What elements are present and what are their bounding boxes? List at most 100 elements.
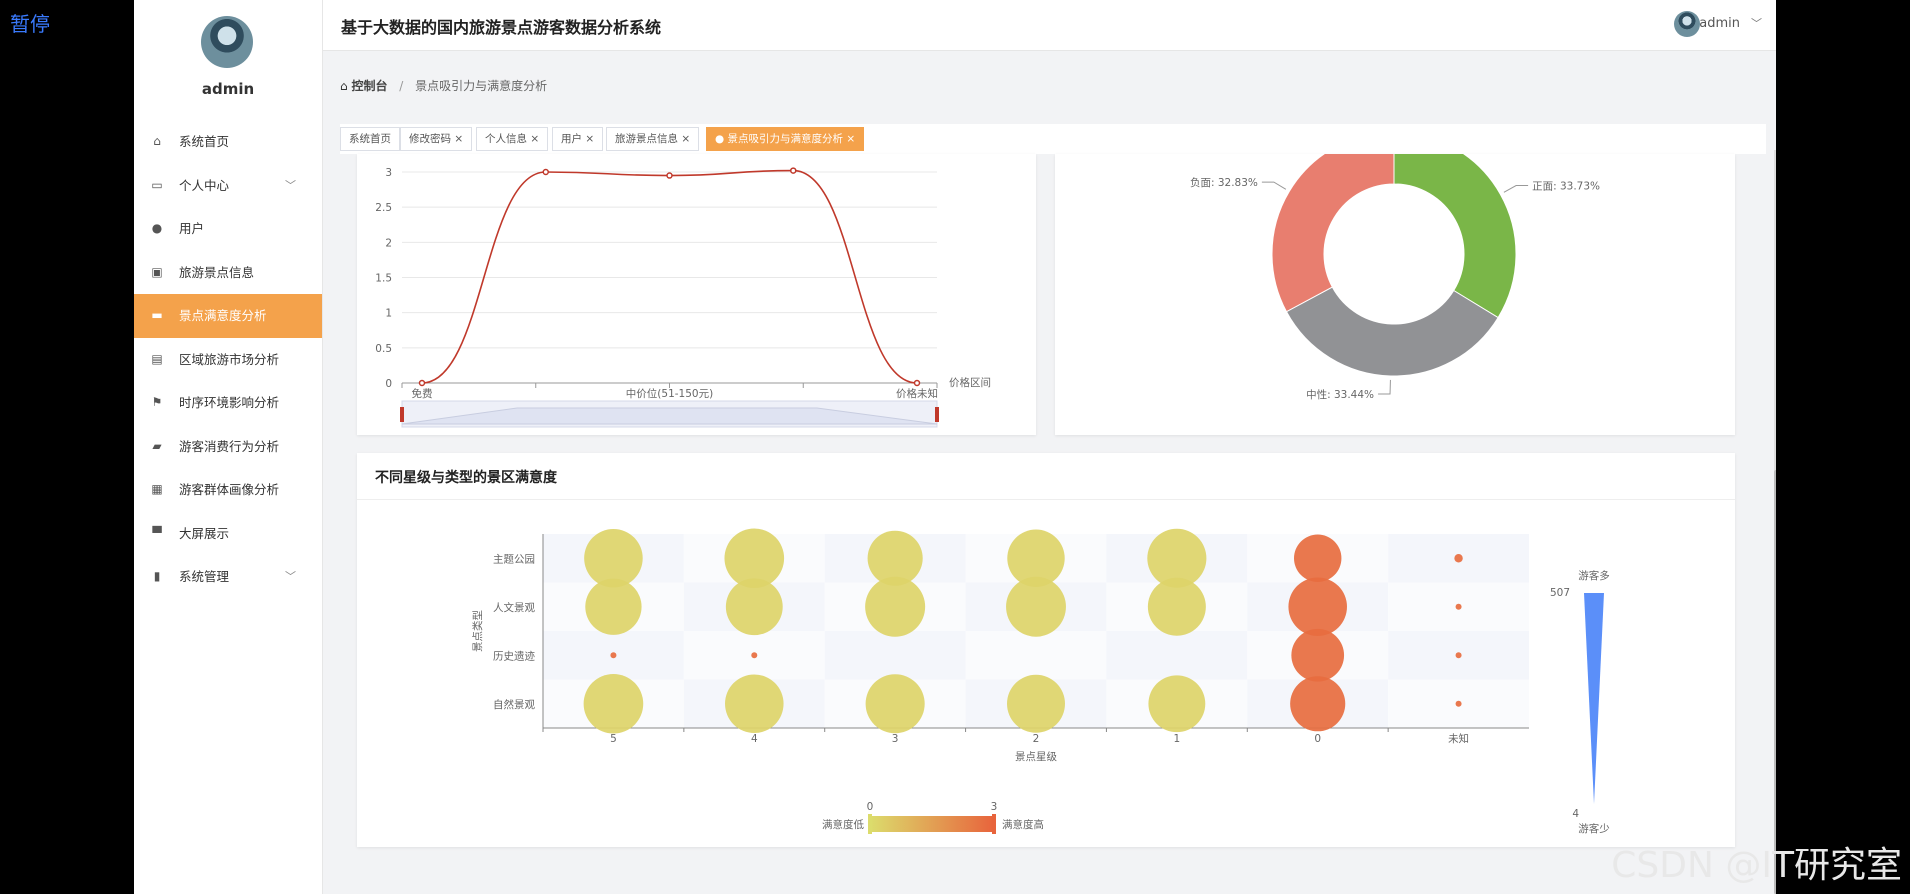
bubble xyxy=(865,674,925,734)
sidebar-item-temporal-environment[interactable]: ⚑ 时序环境影响分析 xyxy=(134,381,322,425)
datazoom-handle-left xyxy=(400,407,404,422)
tab-label: 个人信息 xyxy=(485,133,527,145)
avatar xyxy=(201,16,253,68)
x-tick-label: 中价位(51-150元) xyxy=(626,387,713,400)
donut-slice-中性 xyxy=(1285,286,1499,377)
sidebar-item-attraction-info[interactable]: ▣ 旅游景点信息 xyxy=(134,251,322,295)
satisfaction-bubble-chart: 5 4 3 2 1 0 未知 主题公园人文景观历史遗迹自然景观景点星级 景点类型 游客多 507 4 游… xyxy=(471,528,1610,835)
sidebar-item-label: 时序环境影响分析 xyxy=(179,395,280,410)
sidebar-item-label: 用户 xyxy=(179,221,205,236)
sidebar: admin ⌂ 系统首页 ▭ 个人中心 ﹀ ● 用户 ▣ 旅游景点信息 ▬ 景点满意度分析 … xyxy=(134,0,323,894)
bubble xyxy=(865,576,926,637)
close-icon[interactable]: × xyxy=(530,133,539,145)
sidebar-menu: ⌂ 系统首页 ▭ 个人中心 ﹀ ● 用户 ▣ 旅游景点信息 ▬ 景点满意度分析 ▤ 区域旅游市… xyxy=(134,120,322,599)
bubble xyxy=(1006,576,1066,637)
flag-icon: ⚑ xyxy=(151,395,163,409)
sidebar-item-label: 景点满意度分析 xyxy=(179,308,267,323)
ticket-icon: ▰ xyxy=(152,438,162,453)
sidebar-item-regional-market[interactable]: ▤ 区域旅游市场分析 xyxy=(134,338,322,382)
color-legend-max-value: 3 xyxy=(991,801,998,813)
breadcrumb-separator: / xyxy=(399,79,404,93)
sidebar-item-label: 游客群体画像分析 xyxy=(179,482,280,497)
close-icon[interactable]: × xyxy=(681,133,690,145)
y-tick-label: 0.5 xyxy=(375,343,392,355)
sidebar-item-home[interactable]: ⌂ 系统首页 xyxy=(134,120,322,164)
slice-label-line xyxy=(1261,181,1287,190)
bar-chart-icon: ▮ xyxy=(153,569,161,583)
datazoom-handle-right xyxy=(935,407,939,422)
x-tick-label: 0 xyxy=(1314,733,1321,745)
sentiment-chart-card: 正面: 33.73% 中性: 33.44% 负面: 32.83% xyxy=(1055,131,1735,435)
tab-label: 旅游景点信息 xyxy=(615,133,678,145)
sidebar-item-label: 旅游景点信息 xyxy=(179,264,255,280)
bubble xyxy=(1148,675,1206,733)
chevron-down-icon: ﹀ xyxy=(285,178,296,192)
page-scrollbar-thumb[interactable] xyxy=(1774,470,1776,894)
series-line xyxy=(421,169,918,384)
watermark: CSDN @IT研究室 xyxy=(1611,845,1902,886)
tab-change-password[interactable]: 修改密码 × xyxy=(400,127,473,151)
x-tick-label: 未知 xyxy=(1448,732,1469,745)
close-icon[interactable]: × xyxy=(846,133,855,145)
y-tick-label: 自然景观 xyxy=(493,698,535,711)
sidebar-item-personal-center[interactable]: ▭ 个人中心 ﹀ xyxy=(134,164,322,208)
color-legend-bar xyxy=(870,816,994,832)
user-menu-name[interactable]: admin xyxy=(1699,16,1740,31)
data-point xyxy=(418,379,426,387)
sidebar-item-consumer-behavior[interactable]: ▰ 游客消费行为分析 xyxy=(134,425,322,469)
tab-attraction-info[interactable]: 旅游景点信息 × xyxy=(606,127,700,151)
sidebar-item-satisfaction-analysis[interactable]: ▬ 景点满意度分析 xyxy=(134,294,322,338)
chevron-down-icon: ﹀ xyxy=(285,570,296,583)
clipboard-icon: ▣ xyxy=(151,264,163,279)
bubble xyxy=(1294,534,1342,582)
sentiment-donut-chart: 正面: 33.73% 中性: 33.44% 负面: 32.83% xyxy=(1190,131,1600,401)
y-axis-label: 景点类型 xyxy=(471,610,484,652)
monitor-icon: ▀ xyxy=(152,525,162,540)
y-tick-label: 1 xyxy=(385,308,392,320)
close-icon[interactable]: × xyxy=(454,133,463,145)
y-tick-label: 1.5 xyxy=(375,273,392,285)
bubble xyxy=(1007,674,1065,733)
breadcrumb-home[interactable]: 控制台 xyxy=(351,79,387,93)
color-legend-handle-high xyxy=(992,814,996,834)
sidebar-username: admin xyxy=(201,80,255,98)
pause-label: 暂停 xyxy=(10,12,50,36)
slice-label: 中性: 33.44% xyxy=(1306,388,1374,401)
close-icon[interactable]: × xyxy=(585,133,594,145)
slice-label-line xyxy=(1503,185,1529,193)
y-tick-label: 0 xyxy=(385,378,392,390)
sidebar-item-system-management[interactable]: ▮ 系统管理 ﹀ xyxy=(134,555,322,599)
color-legend-high-label: 满意度高 xyxy=(1002,818,1044,831)
bubble xyxy=(725,578,783,636)
avatar[interactable] xyxy=(1674,11,1700,37)
chevron-down-icon[interactable]: ﹀ xyxy=(1751,15,1762,31)
grid-cell xyxy=(824,631,966,680)
page-title: 基于大数据的国内旅游景点游客数据分析系统 xyxy=(341,18,662,37)
id-card-icon: ▭ xyxy=(151,177,163,192)
data-point xyxy=(913,379,921,387)
sidebar-item-users[interactable]: ● 用户 xyxy=(134,207,322,251)
tab-attraction-satisfaction[interactable]: ● 景点吸引力与满意度分析 × xyxy=(706,127,865,151)
tab-users[interactable]: 用户 × xyxy=(552,127,604,151)
sidebar-item-label: 个人中心 xyxy=(179,177,230,193)
slice-label: 负面: 32.83% xyxy=(1190,176,1258,189)
sidebar-item-visitor-profile[interactable]: ▦ 游客群体画像分析 xyxy=(134,468,322,512)
app-window: admin ⌂ 系统首页 ▭ 个人中心 ﹀ ● 用户 ▣ 旅游景点信息 ▬ 景点满意度分析 … xyxy=(134,0,1776,894)
tab-personal-info[interactable]: 个人信息 × xyxy=(476,127,549,151)
price-range-chart-card: 0 0.5 1 1.5 2 2.5 3 免费 中价位(51-150元) 价格未知 价格区间 xyxy=(357,154,1036,435)
grid-cell xyxy=(965,631,1107,680)
y-tick-label: 历史遗迹 xyxy=(493,649,535,662)
sidebar-item-label: 系统管理 xyxy=(179,569,230,584)
bubble xyxy=(1147,577,1206,636)
tab-label: 景点吸引力与满意度分析 xyxy=(727,133,844,145)
color-legend-min-value: 0 xyxy=(867,801,874,813)
satisfaction-scatter-card: 不同星级与类型的景区满意度 5 4 3 2 1 0 未知 主题公园 人文景观 历史遗迹 自然景观 景点… xyxy=(357,453,1735,847)
bubble xyxy=(1290,676,1346,732)
tab-label: 修改密码 xyxy=(409,133,451,145)
slice-label: 正面: 33.73% xyxy=(1532,181,1600,193)
x-tick-label: 免费 xyxy=(412,387,433,400)
sidebar-item-big-screen[interactable]: ▀ 大屏展示 xyxy=(134,512,322,556)
x-tick-label: 3 xyxy=(892,733,899,745)
tab-home[interactable]: 系统首页 xyxy=(340,127,400,151)
briefcase-icon: ▬ xyxy=(151,308,163,322)
